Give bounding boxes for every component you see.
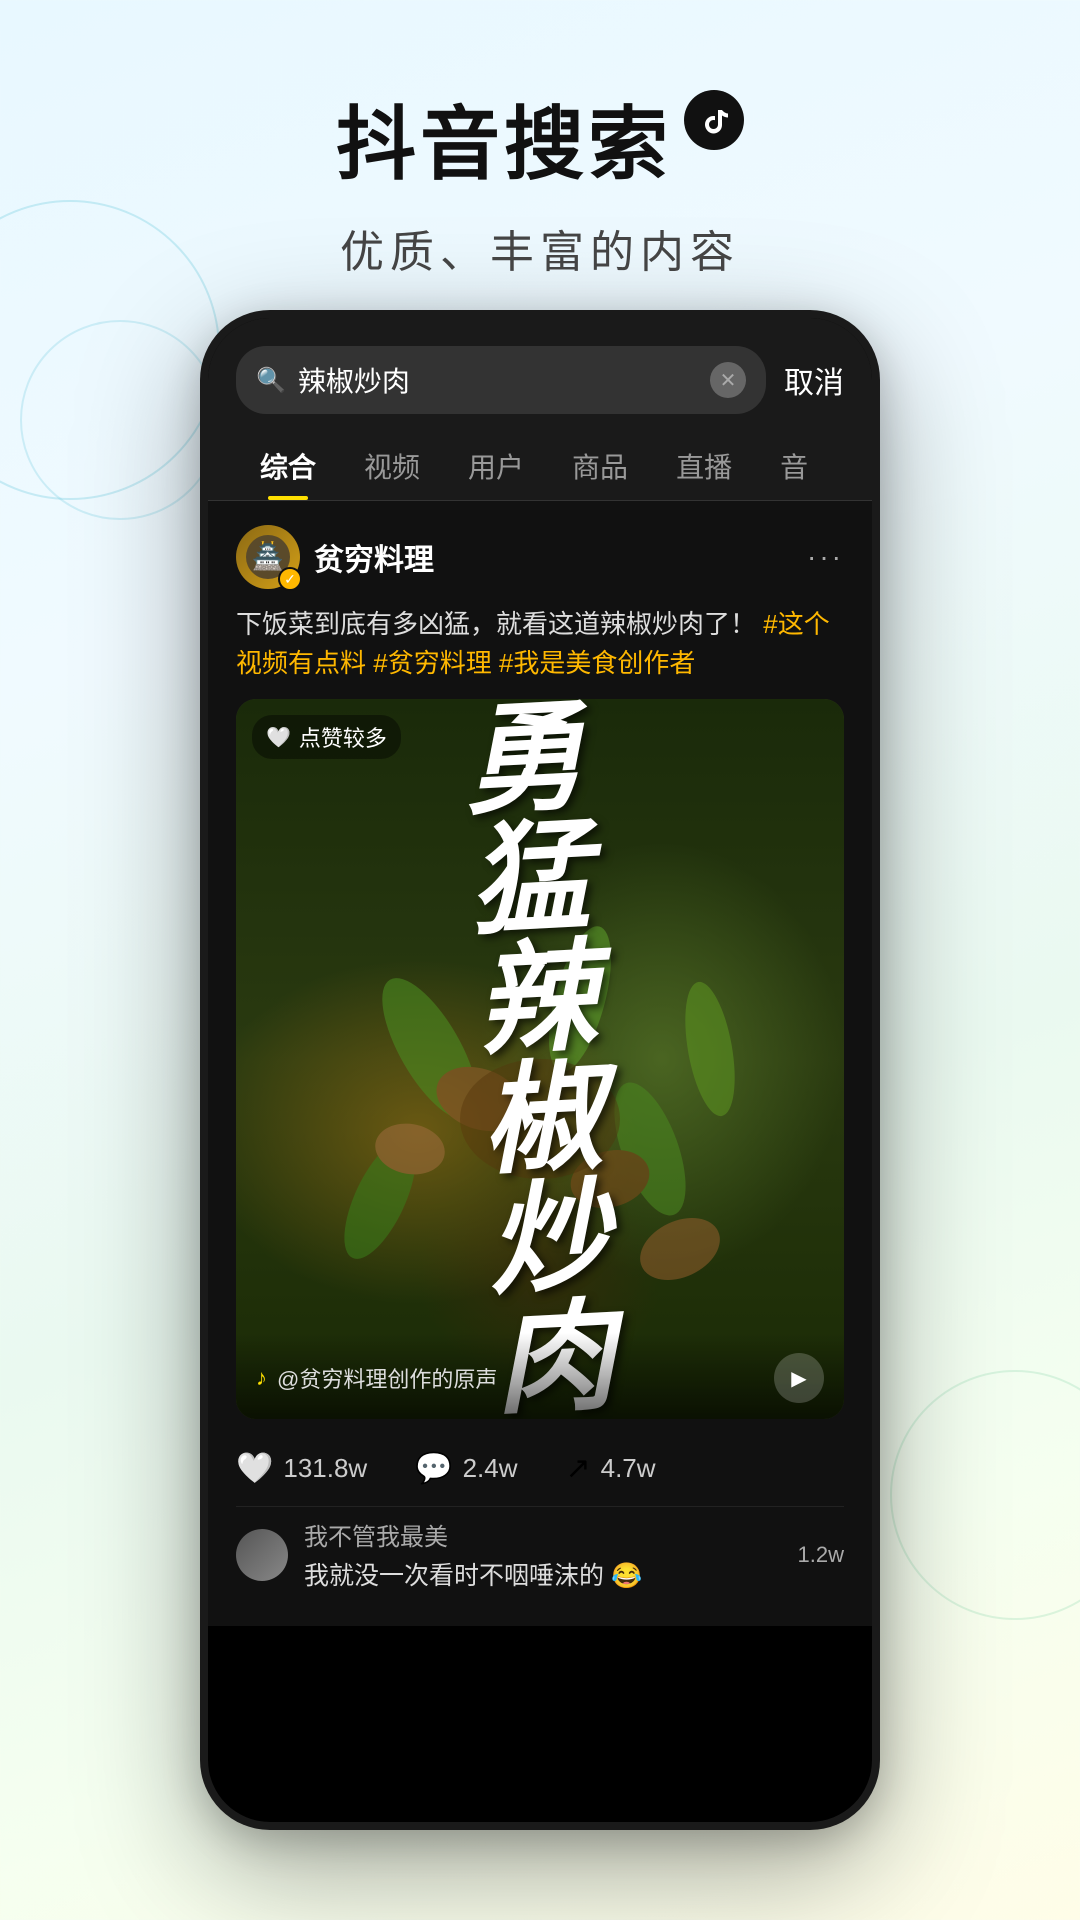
commenter-avatar bbox=[236, 1529, 288, 1581]
app-subtitle: 优质、丰富的内容 bbox=[0, 216, 1080, 280]
main-title-wrap: 抖音搜索 bbox=[0, 80, 1080, 196]
comments-count: 2.4w bbox=[463, 1453, 518, 1484]
video-bottom-bar: ♪ @贫穷料理创作的原声 ▶ bbox=[236, 1333, 844, 1419]
phone-screen: 🔍 辣椒炒肉 ✕ 取消 综合 视频 用户 商品 bbox=[208, 318, 872, 1822]
app-title: 抖音搜索 bbox=[336, 80, 672, 196]
tab-商品[interactable]: 商品 bbox=[548, 430, 652, 500]
bg-decoration-circle-2 bbox=[20, 320, 220, 520]
hashtag-2[interactable]: #贫穷料理 bbox=[373, 648, 499, 678]
search-tabs: 综合 视频 用户 商品 直播 音 bbox=[208, 430, 872, 501]
post-description: 下饭菜到底有多凶猛，就看这道辣椒炒肉了！ #这个视频有点料 #贫穷料理 #我是美… bbox=[236, 605, 844, 683]
author-avatar-wrap: 🏯 ✓ bbox=[236, 525, 300, 589]
tab-直播[interactable]: 直播 bbox=[652, 430, 756, 500]
comment-icon: 💬 bbox=[415, 1451, 452, 1486]
comment-text: 我就没一次看时不咽唾沫的 😂 bbox=[304, 1556, 782, 1592]
video-title-overlay: 勇猛辣椒炒肉 bbox=[236, 699, 844, 1419]
search-input-wrap[interactable]: 🔍 辣椒炒肉 ✕ bbox=[236, 346, 766, 414]
content-area: 🏯 ✓ 贫穷料理 ··· 下饭菜到底有多凶猛，就看这道辣椒炒肉了！ #这个视频有… bbox=[208, 501, 872, 1626]
likes-stat[interactable]: 🤍 131.8w bbox=[236, 1451, 367, 1486]
stats-row: 🤍 131.8w 💬 2.4w ↗ 4.7w bbox=[236, 1439, 844, 1506]
shares-stat[interactable]: ↗ 4.7w bbox=[565, 1451, 655, 1486]
search-bar-area: 🔍 辣椒炒肉 ✕ 取消 bbox=[208, 318, 872, 430]
post-author-wrap: 🏯 ✓ 贫穷料理 bbox=[236, 525, 434, 589]
comment-row: 我不管我最美 我就没一次看时不咽唾沫的 😂 1.2w bbox=[236, 1506, 844, 1602]
video-thumbnail: 🤍 点赞较多 勇猛辣椒炒肉 ♪ bbox=[236, 699, 844, 1419]
likes-count: 131.8w bbox=[283, 1453, 367, 1484]
header-section: 抖音搜索 优质、丰富的内容 bbox=[0, 0, 1080, 320]
play-button[interactable]: ▶ bbox=[774, 1353, 824, 1403]
tab-音[interactable]: 音 bbox=[756, 430, 832, 500]
bg-decoration-circle-3 bbox=[890, 1370, 1080, 1620]
phone-mockup: 🔍 辣椒炒肉 ✕ 取消 综合 视频 用户 商品 bbox=[200, 310, 880, 1830]
video-big-text: 勇猛辣椒炒肉 bbox=[460, 699, 620, 1419]
tiktok-music-icon: ♪ bbox=[256, 1365, 267, 1391]
commenter-name: 我不管我最美 bbox=[304, 1517, 782, 1552]
clear-search-button[interactable]: ✕ bbox=[710, 362, 746, 398]
search-icon: 🔍 bbox=[256, 366, 286, 395]
search-query-text: 辣椒炒肉 bbox=[298, 360, 698, 400]
svg-text:🏯: 🏯 bbox=[252, 540, 284, 572]
phone-outer-shell: 🔍 辣椒炒肉 ✕ 取消 综合 视频 用户 商品 bbox=[200, 310, 880, 1830]
video-card[interactable]: 🤍 点赞较多 勇猛辣椒炒肉 ♪ bbox=[236, 699, 844, 1419]
comment-likes: 1.2w bbox=[798, 1542, 844, 1568]
tab-用户[interactable]: 用户 bbox=[444, 430, 548, 500]
cancel-search-button[interactable]: 取消 bbox=[784, 358, 844, 402]
more-options-button[interactable]: ··· bbox=[807, 541, 844, 573]
shares-count: 4.7w bbox=[601, 1453, 656, 1484]
hashtag-3[interactable]: #我是美食创作者 bbox=[499, 648, 695, 678]
verified-icon: ✓ bbox=[278, 567, 302, 591]
post-header: 🏯 ✓ 贫穷料理 ··· bbox=[236, 525, 844, 589]
author-name: 贫穷料理 bbox=[314, 535, 434, 579]
tab-视频[interactable]: 视频 bbox=[340, 430, 444, 500]
comment-content: 我不管我最美 我就没一次看时不咽唾沫的 😂 bbox=[304, 1517, 782, 1592]
heart-icon: 🤍 bbox=[236, 1451, 273, 1486]
tab-综合[interactable]: 综合 bbox=[236, 430, 340, 500]
share-icon: ↗ bbox=[565, 1451, 590, 1486]
comments-stat[interactable]: 💬 2.4w bbox=[415, 1451, 517, 1486]
video-source-text: @贫穷料理创作的原声 bbox=[277, 1362, 497, 1394]
tiktok-logo-badge bbox=[684, 90, 744, 150]
video-source: ♪ @贫穷料理创作的原声 bbox=[256, 1362, 497, 1394]
